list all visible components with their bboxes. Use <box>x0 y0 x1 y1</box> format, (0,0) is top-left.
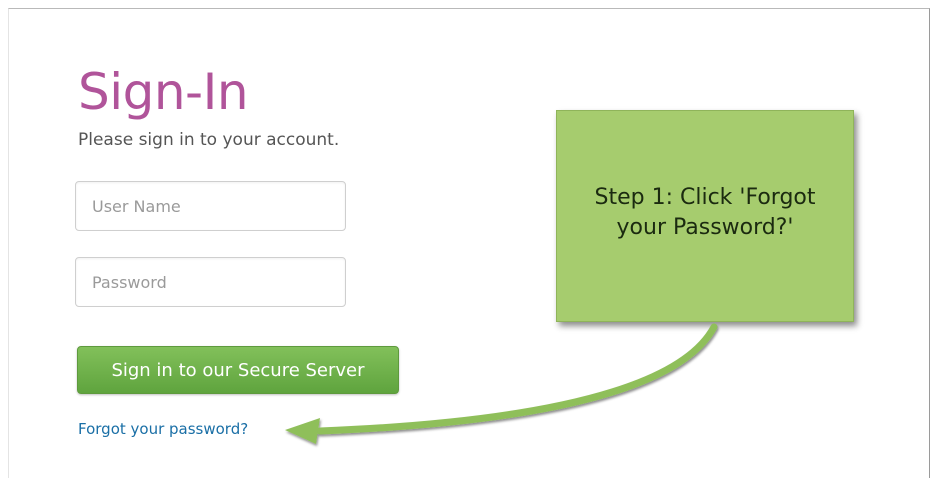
username-input[interactable] <box>75 181 346 231</box>
forgot-password-link[interactable]: Forgot your password? <box>78 420 248 438</box>
instruction-line-2: your Password?' <box>616 215 794 240</box>
instruction-callout: Step 1: Click 'Forgot your Password?' <box>556 110 854 322</box>
instruction-callout-text: Step 1: Click 'Forgot your Password?' <box>557 183 853 243</box>
instruction-line-1: Step 1: Click 'Forgot <box>594 185 816 210</box>
sign-in-button[interactable]: Sign in to our Secure Server <box>77 346 399 394</box>
password-input[interactable] <box>75 257 346 307</box>
page-title: Sign-In <box>78 63 249 121</box>
page-subtitle: Please sign in to your account. <box>78 130 340 150</box>
